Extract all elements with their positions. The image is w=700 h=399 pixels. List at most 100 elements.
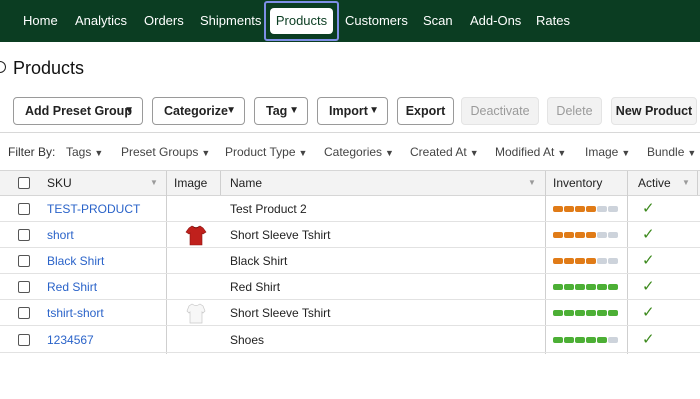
product-name: Test Product 2	[230, 202, 307, 216]
inventory-segment	[597, 232, 607, 238]
caret-down-icon: ▼	[369, 105, 379, 116]
inventory-segment	[575, 310, 585, 316]
inventory-segment	[564, 206, 574, 212]
inventory-segment	[564, 310, 574, 316]
caret-down-icon: ▼	[385, 148, 394, 158]
export-button[interactable]: Export	[397, 97, 454, 125]
column-header-inventory[interactable]: Inventory	[553, 171, 602, 195]
table-row[interactable]: tshirt-short Short Sleeve Tshirt ✓	[0, 300, 700, 326]
delete-button[interactable]: Delete	[547, 97, 602, 125]
filter-image[interactable]: Image ▼	[585, 145, 630, 159]
tag-button[interactable]: Tag ▼	[254, 97, 308, 125]
column-divider	[220, 171, 221, 195]
import-button[interactable]: Import ▼	[317, 97, 388, 125]
inventory-segment	[575, 206, 585, 212]
row-checkbox[interactable]	[18, 281, 30, 293]
filter-categories[interactable]: Categories ▼	[324, 145, 394, 159]
inventory-segment	[608, 258, 618, 264]
row-checkbox[interactable]	[18, 307, 30, 319]
inventory-segment	[586, 206, 596, 212]
nav-home[interactable]: Home	[23, 0, 58, 42]
sku-link[interactable]: TEST-PRODUCT	[47, 196, 140, 222]
sku-link[interactable]: 1234567	[47, 327, 94, 353]
filter-created-at[interactable]: Created At ▼	[410, 145, 479, 159]
inventory-segment	[586, 310, 596, 316]
active-check-icon: ✓	[642, 304, 655, 321]
caret-down-icon: ▼	[201, 148, 211, 158]
select-all-checkbox[interactable]	[18, 177, 30, 189]
sku-link[interactable]: tshirt-short	[47, 300, 104, 326]
table-row[interactable]: short Short Sleeve Tshirt ✓	[0, 222, 700, 248]
active-check-icon: ✓	[642, 226, 655, 243]
categorize-label: Categorize	[164, 104, 228, 118]
column-header-sku[interactable]: SKU	[47, 171, 72, 195]
add-preset-group-button[interactable]: Add Preset Group ▼	[13, 97, 143, 125]
white-tshirt-thumbnail[interactable]	[185, 302, 207, 324]
inventory-segment	[597, 206, 607, 212]
active-check-icon: ✓	[642, 252, 655, 269]
active-check-icon: ✓	[642, 200, 655, 217]
inventory-segment	[575, 337, 585, 343]
new-product-button[interactable]: New Product	[611, 97, 697, 125]
product-name: Short Sleeve Tshirt	[230, 228, 331, 242]
row-checkbox[interactable]	[18, 203, 30, 215]
filter-tags[interactable]: Tags ▼	[66, 145, 103, 159]
nav-products[interactable]: Products	[270, 8, 333, 34]
filter-preset-groups-label: Preset Groups	[121, 145, 199, 159]
inventory-segment	[597, 284, 607, 290]
filter-product-type[interactable]: Product Type ▼	[225, 145, 307, 159]
table-row[interactable]: TEST-PRODUCT Test Product 2 ✓	[0, 196, 700, 222]
nav-analytics[interactable]: Analytics	[75, 0, 127, 42]
sort-icon[interactable]: ▼	[528, 171, 536, 195]
sku-link[interactable]: short	[47, 222, 74, 248]
filter-preset-groups[interactable]: Preset Groups ▼	[121, 145, 210, 159]
caret-down-icon: ▼	[469, 148, 479, 158]
row-checkbox[interactable]	[18, 255, 30, 267]
nav-orders[interactable]: Orders	[144, 0, 184, 42]
filter-bundle[interactable]: Bundle ▼	[647, 145, 696, 159]
inventory-bar	[553, 310, 619, 316]
column-header-name[interactable]: Name	[230, 171, 262, 195]
inventory-segment	[608, 310, 618, 316]
sort-icon[interactable]: ▼	[682, 171, 690, 195]
product-name: Short Sleeve Tshirt	[230, 306, 331, 320]
row-checkbox[interactable]	[18, 229, 30, 241]
table-header: SKU ▼ Image Name ▼ Inventory Active ▼	[0, 170, 700, 196]
products-icon	[0, 61, 6, 73]
nav-customers[interactable]: Customers	[345, 0, 408, 42]
inventory-segment	[575, 258, 585, 264]
sku-link[interactable]: Black Shirt	[47, 248, 104, 274]
filter-modified-at[interactable]: Modified At ▼	[495, 145, 566, 159]
filter-categories-label: Categories	[324, 145, 383, 159]
row-checkbox[interactable]	[18, 334, 30, 346]
inventory-segment	[564, 337, 574, 343]
red-tshirt-thumbnail[interactable]	[185, 224, 207, 246]
inventory-bar	[553, 284, 619, 290]
sort-icon[interactable]: ▼	[150, 171, 158, 195]
inventory-segment	[597, 258, 607, 264]
categorize-button[interactable]: Categorize ▼	[152, 97, 245, 125]
product-name: Black Shirt	[230, 254, 288, 268]
nav-rates[interactable]: Rates	[536, 0, 570, 42]
inventory-segment	[586, 258, 596, 264]
filter-created-at-label: Created At	[410, 145, 467, 159]
nav-scan[interactable]: Scan	[423, 0, 453, 42]
nav-add-ons[interactable]: Add-Ons	[470, 0, 521, 42]
inventory-segment	[575, 284, 585, 290]
column-header-image[interactable]: Image	[174, 171, 207, 195]
nav-shipments[interactable]: Shipments	[200, 0, 261, 42]
inventory-segment	[597, 337, 607, 343]
filter-modified-at-label: Modified At	[495, 145, 555, 159]
table-row[interactable]: 1234567 Shoes ✓	[0, 327, 700, 353]
table-row[interactable]: Red Shirt Red Shirt ✓	[0, 274, 700, 300]
active-check-icon: ✓	[642, 331, 655, 348]
caret-down-icon: ▼	[621, 148, 631, 158]
inventory-segment	[553, 310, 563, 316]
caret-down-icon: ▼	[298, 148, 308, 158]
sku-link[interactable]: Red Shirt	[47, 274, 97, 300]
table-row[interactable]: Black Shirt Black Shirt ✓	[0, 248, 700, 274]
deactivate-button[interactable]: Deactivate	[461, 97, 539, 125]
page-title: Products	[13, 58, 85, 78]
column-header-active[interactable]: Active	[638, 171, 671, 195]
inventory-segment	[564, 284, 574, 290]
